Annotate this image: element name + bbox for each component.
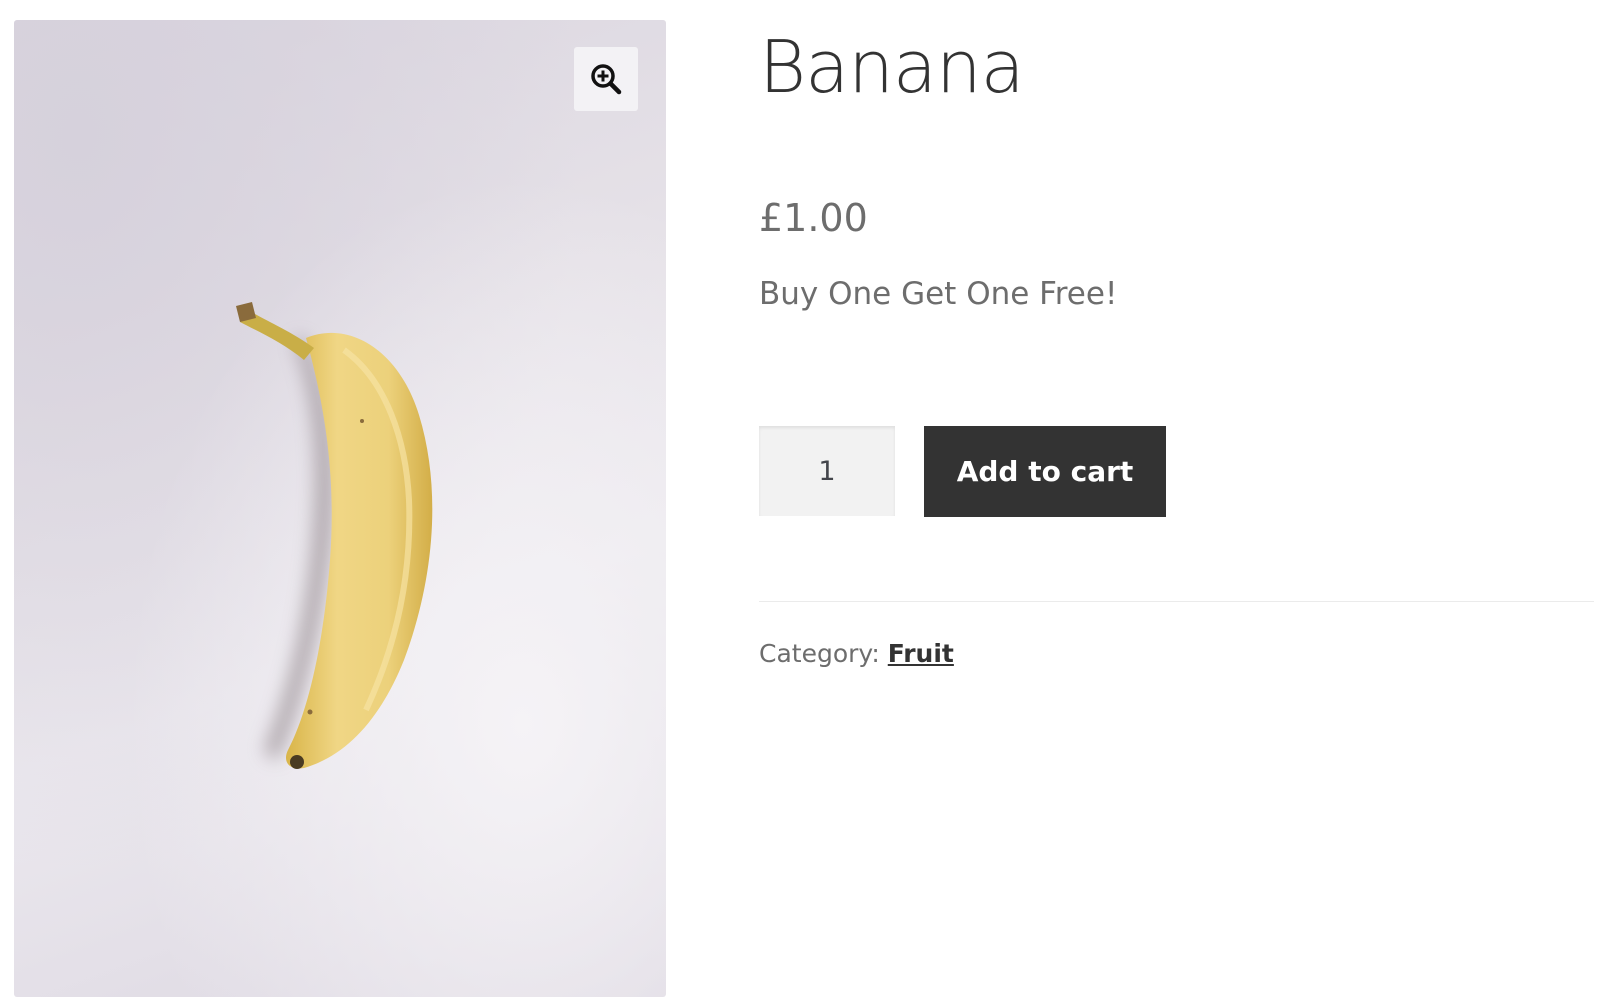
zoom-in-icon [591,64,622,95]
product-price: £1.00 [759,196,868,240]
product-short-description: Buy One Get One Free! [759,276,1118,312]
product-title: Banana [759,25,1025,109]
banana-image[interactable] [14,20,666,997]
product-gallery [14,20,666,997]
product-meta: Category: Fruit [759,638,954,671]
divider [759,601,1594,602]
quantity-input[interactable] [759,426,895,516]
product-page: Banana £1.00 Buy One Get One Free! Add t… [0,0,1606,1006]
category-label: Category: [759,639,888,668]
zoom-button[interactable] [574,47,638,111]
add-to-cart-button[interactable]: Add to cart [924,426,1166,517]
category-link-fruit[interactable]: Fruit [888,639,954,668]
